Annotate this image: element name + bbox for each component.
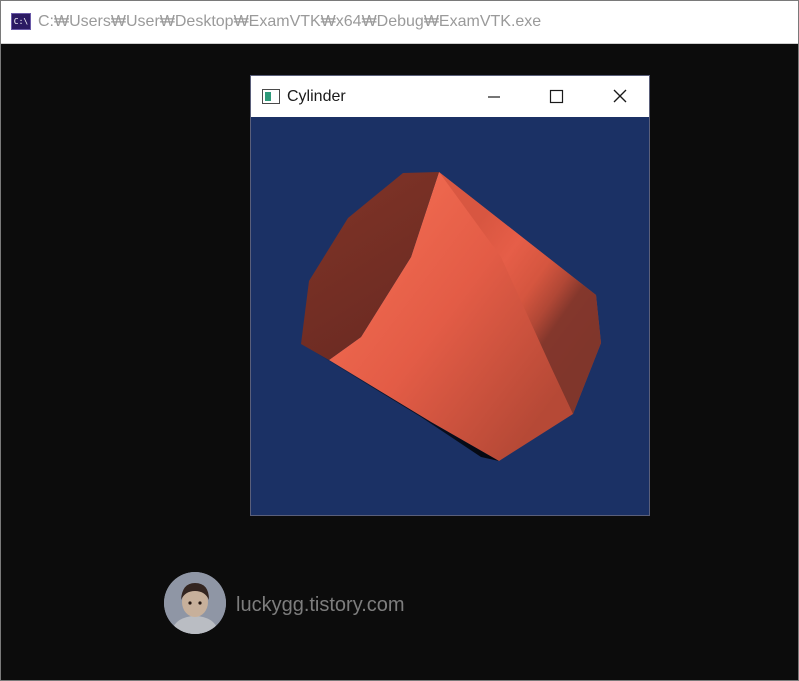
cylinder-scene bbox=[301, 172, 601, 461]
render-window-title: Cylinder bbox=[287, 88, 346, 105]
minimize-button[interactable] bbox=[471, 76, 517, 117]
render-window-titlebar[interactable]: Cylinder bbox=[251, 76, 649, 117]
cylinder-render-window: Cylinder bbox=[250, 75, 650, 516]
close-icon bbox=[613, 89, 627, 103]
minimize-icon bbox=[488, 96, 500, 98]
watermark: luckygg.tistory.com bbox=[164, 572, 464, 638]
console-window-title: C:₩Users₩User₩Desktop₩ExamVTK₩x64₩Debug₩… bbox=[38, 13, 542, 30]
maximize-icon bbox=[549, 89, 564, 104]
watermark-text: luckygg.tistory.com bbox=[236, 594, 405, 616]
render-viewport[interactable] bbox=[251, 117, 649, 515]
avatar bbox=[164, 572, 226, 634]
console-app-icon: C:\ bbox=[11, 13, 31, 30]
close-button[interactable] bbox=[597, 76, 643, 117]
maximize-button[interactable] bbox=[533, 76, 579, 117]
window-app-icon bbox=[262, 89, 280, 104]
avatar-illustration bbox=[164, 572, 226, 634]
console-titlebar[interactable]: C:\ C:₩Users₩User₩Desktop₩ExamVTK₩x64₩De… bbox=[1, 1, 798, 44]
